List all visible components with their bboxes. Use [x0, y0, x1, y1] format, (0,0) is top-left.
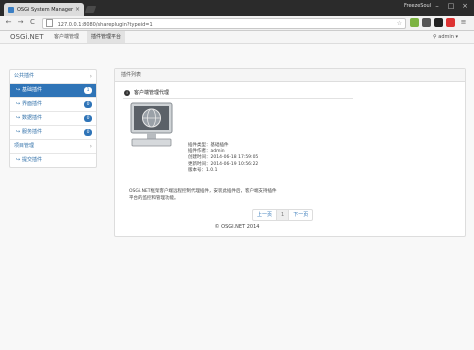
user-menu[interactable]: ⚲ admin ▾ [433, 31, 458, 43]
description-line: 平台的监控和管理功能。 [129, 195, 179, 201]
maximize-button[interactable]: □ [444, 1, 458, 11]
sidebar-item-label: 基础插件 [22, 87, 43, 93]
extension-icon-green[interactable] [410, 18, 419, 27]
chevron-right-icon: › [89, 73, 92, 80]
browser-toolbar: ← → C 127.0.0.1:8080/shareplugin?typeid=… [0, 16, 474, 31]
sidebar-item-data-plugins[interactable]: ↪ 数据插件 0 [10, 112, 96, 126]
sidebar-item-submit-plugin[interactable]: ↪ 提交插件 [10, 154, 96, 167]
user-name: admin [438, 34, 454, 40]
sidebar-item-label: 界面插件 [22, 101, 43, 107]
browser-tab[interactable]: OSGi System Manager × [4, 3, 84, 16]
chevron-right-icon: › [89, 143, 92, 150]
nav-client-management[interactable]: 客户端管理 [50, 31, 83, 43]
plugin-title: i 客户端管理代理 [124, 89, 169, 97]
monitor-image [130, 102, 173, 147]
prev-page-button[interactable]: 上一页 [253, 210, 278, 220]
brand-logo[interactable]: OSGi.NET [10, 32, 43, 43]
menu-icon[interactable]: ≡ [459, 18, 468, 27]
panel-header: 插件列表 [115, 69, 465, 82]
plugin-list-panel: 插件列表 i 客户端管理代理 插件类型：基础插件 插件作者：admin 创建时间：… [114, 68, 466, 237]
sidebar-item-public-plugins[interactable]: 公共插件 › [10, 70, 96, 84]
new-tab-button[interactable] [84, 6, 97, 13]
count-badge: 1 [84, 87, 92, 94]
sidebar-item-service-plugins[interactable]: ↪ 服务插件 0 [10, 126, 96, 140]
sidebar-item-label: 服务插件 [22, 129, 43, 135]
sidebar-item-label: 提交插件 [22, 157, 43, 163]
count-badge: 0 [84, 129, 92, 136]
next-page-button[interactable]: 下一页 [289, 210, 312, 220]
info-icon: i [124, 90, 130, 96]
bookmark-star-icon[interactable]: ☆ [397, 19, 402, 28]
sidebar-item-basic-plugins[interactable]: ↪ 基础插件 1 [10, 84, 96, 98]
plugin-info: 插件类型：基础插件 插件作者：admin 创建时间：2014-06-18 17:… [188, 143, 258, 174]
plugin-version: 版本号：1.0.1 [188, 167, 218, 173]
github-icon[interactable] [434, 18, 443, 27]
sidebar: 公共插件 › ↪ 基础插件 1 ↪ 界面插件 0 ↪ 数据插件 0 ↪ 服务插件 0 项… [9, 69, 97, 168]
nav-plugin-platform[interactable]: 插件管理平台 [87, 31, 126, 43]
pagination: 上一页 1 下一页 [252, 209, 314, 221]
count-badge: 0 [84, 115, 92, 122]
browser-window: OSGi System Manager × FreezeSoul – □ × ←… [0, 0, 474, 350]
sidebar-item-label: 公共插件 [14, 73, 35, 79]
title-bar: OSGi System Manager × FreezeSoul – □ × [0, 0, 474, 16]
favicon-icon [8, 6, 14, 13]
sidebar-item-project-management[interactable]: 项目管理 › [10, 140, 96, 154]
tab-title: OSGi System Manager [17, 6, 74, 13]
address-bar[interactable]: 127.0.0.1:8080/shareplugin?typeid=1 ☆ [42, 18, 406, 29]
minimize-button[interactable]: – [430, 1, 444, 11]
forward-button[interactable]: → [16, 18, 25, 27]
sidebar-item-label: 项目管理 [14, 143, 35, 149]
plugin-description: OSGi.NET框架客户端远程控制代理插件，安装此插件后，客户端支持插件 平台的… [129, 189, 319, 202]
current-page[interactable]: 1 [277, 210, 290, 220]
profile-name[interactable]: FreezeSoul [404, 3, 431, 9]
plugin-created: 创建时间：2014-06-18 17:59:05 [188, 155, 259, 161]
url-text: 127.0.0.1:8080/shareplugin?typeid=1 [57, 22, 153, 28]
extension-icon-gray[interactable] [422, 18, 431, 27]
plugin-name[interactable]: 客户端管理代理 [134, 90, 169, 96]
divider [123, 98, 353, 99]
back-button[interactable]: ← [4, 18, 13, 27]
close-window-button[interactable]: × [458, 1, 472, 11]
footer-copyright: © OSGI.NET 2014 [214, 224, 260, 230]
tab-close-icon[interactable]: × [75, 6, 80, 13]
site-navbar: OSGi.NET 客户端管理 插件管理平台 ⚲ admin ▾ [0, 31, 474, 44]
sidebar-item-label: 数据插件 [22, 115, 43, 121]
page-icon [46, 19, 53, 27]
extension-icon-red[interactable] [446, 18, 455, 27]
reload-button[interactable]: C [28, 18, 37, 27]
web-page: OSGi.NET 客户端管理 插件管理平台 ⚲ admin ▾ 公共插件 › ↪… [0, 31, 474, 350]
sidebar-item-ui-plugins[interactable]: ↪ 界面插件 0 [10, 98, 96, 112]
plugin-updated: 更新时间：2014-06-19 10:56:22 [188, 161, 259, 167]
count-badge: 0 [84, 101, 92, 108]
